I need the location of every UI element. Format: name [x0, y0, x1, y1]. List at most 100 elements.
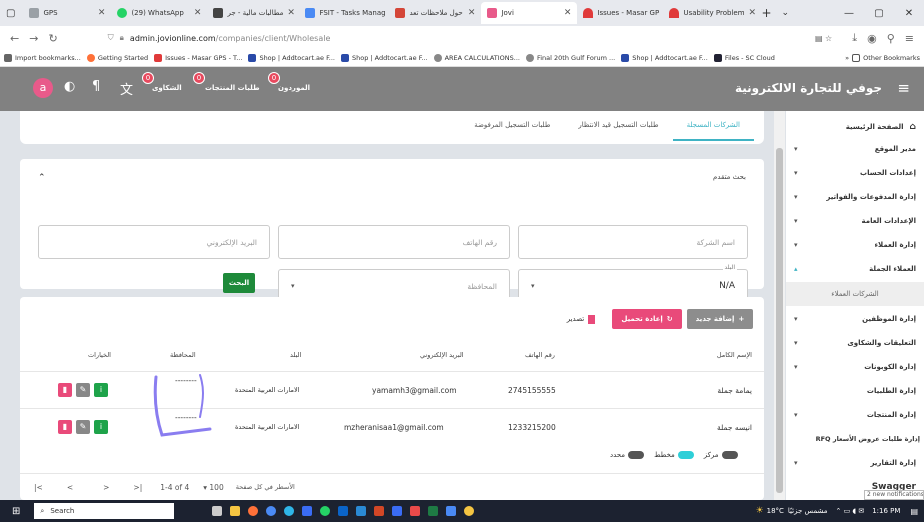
export-button[interactable]: تصدير: [556, 309, 606, 329]
notification-toast[interactable]: 2 new notifications: [864, 490, 924, 500]
nav-complaints[interactable]: الشكاوى: [152, 84, 182, 92]
download-icon[interactable]: ⤓: [852, 31, 857, 45]
sidebar-item-coupons[interactable]: إدارة الكوبونات ▾: [786, 355, 924, 379]
bookmark-item[interactable]: AREA CALCULATIONS...: [433, 54, 520, 62]
sidebar-item-reports[interactable]: إدارة التقارير ▾: [786, 451, 924, 475]
maximize-icon[interactable]: ▢: [864, 8, 894, 19]
browser-tab[interactable]: حول ملاحظات تعد ✕: [389, 2, 481, 24]
outlook-icon[interactable]: [338, 506, 349, 516]
whatsapp-icon[interactable]: [320, 506, 331, 516]
task-view-icon[interactable]: [212, 506, 223, 516]
add-new-button[interactable]: إضافة جديد +: [687, 309, 753, 329]
edit-icon[interactable]: ✎: [76, 420, 90, 434]
excel-icon[interactable]: [428, 506, 439, 516]
next-page-icon[interactable]: >: [103, 483, 109, 492]
bookmark-item[interactable]: Files - SC Cloud: [713, 54, 775, 62]
sidebar-item-general-settings[interactable]: الإعدادات العامة ▾: [786, 209, 924, 233]
sidebar-item-customers[interactable]: إدارة العملاء ▾: [786, 233, 924, 257]
nav-suppliers[interactable]: الموردون: [278, 84, 310, 92]
close-tab-icon[interactable]: ✕: [749, 8, 756, 18]
bookmark-item[interactable]: Shop | Addtocart.ae F...: [341, 54, 428, 62]
tab-dropdown-icon[interactable]: ⌄: [782, 8, 790, 18]
browser-tab-active[interactable]: Jovi ✕: [481, 2, 578, 24]
edge-icon[interactable]: [284, 506, 295, 516]
chrome-icon[interactable]: [266, 506, 277, 516]
email-input[interactable]: البريد الإلكتروني: [38, 225, 270, 259]
phone-input[interactable]: رقم الهاتف: [278, 225, 510, 259]
close-tab-icon[interactable]: ✕: [564, 8, 572, 18]
sidebar-item-site-manager[interactable]: مدير الموقع ▾: [786, 137, 924, 161]
back-icon[interactable]: ←: [10, 32, 19, 45]
app-icon[interactable]: [302, 506, 313, 516]
close-tab-icon[interactable]: ✕: [194, 8, 202, 18]
edit-icon[interactable]: ✎: [76, 383, 90, 397]
first-page-icon[interactable]: |<: [34, 483, 43, 492]
sidebar-item-orders[interactable]: إدارة الطلبيات: [786, 379, 924, 403]
toggle-icon[interactable]: [628, 451, 645, 459]
sidebar-item-home[interactable]: ⌂ الصفحة الرئيسية: [786, 115, 924, 139]
powerpoint-icon[interactable]: [374, 506, 385, 516]
notification-icon[interactable]: ▤: [910, 507, 918, 516]
info-icon[interactable]: i: [94, 383, 108, 397]
close-tab-icon[interactable]: ✕: [98, 8, 106, 18]
reload-icon[interactable]: ↻: [48, 32, 57, 45]
tab-registered-companies[interactable]: الشركات المسجلة: [672, 111, 754, 141]
pdf-icon[interactable]: [410, 506, 421, 516]
sidebar-item-payments[interactable]: إدارة المدفوعات والفواتير ▾: [786, 185, 924, 209]
nav-product-requests[interactable]: طلبات المنتجات: [205, 84, 260, 92]
sidebar-item-account-settings[interactable]: إعدادات الحساب ▾: [786, 161, 924, 185]
minimize-icon[interactable]: —: [834, 8, 864, 19]
sidebar-item-products[interactable]: إدارة المنتجات ▾: [786, 403, 924, 427]
sidebar-item-client-companies[interactable]: الشركات العملاء: [786, 282, 924, 306]
toggle-icon[interactable]: [721, 451, 738, 459]
file-explorer-icon[interactable]: [230, 506, 241, 516]
prev-page-icon[interactable]: <: [67, 483, 73, 492]
bookmark-item[interactable]: Getting Started: [86, 54, 148, 62]
browser-tab[interactable]: Issues - Masar GP✕: [577, 2, 663, 24]
reader-icon[interactable]: ▤ ☆: [815, 34, 832, 43]
close-tab-icon[interactable]: ✕: [468, 8, 476, 18]
browser-tab[interactable]: Usability Problem ✕: [663, 2, 755, 24]
bookmark-item[interactable]: Issues - Masar GPS - T...: [154, 54, 242, 62]
scrollbar-thumb[interactable]: [776, 148, 783, 493]
bookmark-item[interactable]: Shop | Addtocart.ae F...: [621, 54, 708, 62]
reload-button[interactable]: إعادة تحميل ↻: [612, 309, 682, 329]
bookmark-item[interactable]: Final 20th Gulf Forum ...: [525, 54, 615, 62]
last-page-icon[interactable]: >|: [133, 483, 142, 492]
browser-tab[interactable]: مطالبات مالية - جر ✕: [207, 2, 299, 24]
bookmark-item[interactable]: Shop | Addtocart.ae F...: [248, 54, 335, 62]
app-menu-icon[interactable]: ≡: [905, 32, 914, 45]
extensions-icon[interactable]: ⚲: [887, 32, 895, 45]
translate-icon[interactable]: 文: [120, 79, 133, 98]
firefox-icon[interactable]: [248, 506, 259, 516]
other-bookmarks[interactable]: » Other Bookmarks: [845, 54, 920, 62]
tab-rejected-requests[interactable]: طلبات التسجيل المرفوضة: [460, 111, 564, 141]
windows-start-icon[interactable]: ⊞: [12, 506, 20, 517]
tab-pending-requests[interactable]: طلبات التسجيل قيد الانتظار: [564, 111, 672, 141]
avatar[interactable]: a: [33, 78, 53, 98]
collapse-icon[interactable]: ⌃: [38, 173, 46, 183]
account-icon[interactable]: ◉: [867, 32, 877, 45]
close-tab-icon[interactable]: ✕: [287, 8, 295, 18]
tray-icons[interactable]: ⌃ ▭ ◖ ✉: [836, 507, 865, 515]
sidebar-item-comments[interactable]: التعليقات والشكاوى ▾: [786, 331, 924, 355]
sidebar-item-wholesale-customers[interactable]: العملاء الجملة ▴: [786, 257, 924, 281]
delete-icon[interactable]: ▮: [58, 383, 72, 397]
rows-per-page-select[interactable]: ▾ 100: [203, 483, 223, 492]
app-icon[interactable]: [392, 506, 403, 516]
bookmark-item[interactable]: Import bookmarks...: [4, 54, 81, 62]
sidebar-item-employees[interactable]: إدارة الموظفين ▾: [786, 307, 924, 331]
browser-tab[interactable]: GPS ✕: [23, 2, 111, 24]
toggle-icon[interactable]: [677, 451, 694, 459]
forward-icon[interactable]: →: [29, 32, 38, 45]
info-icon[interactable]: i: [94, 420, 108, 434]
taskbar-search[interactable]: ⌕ Search: [34, 503, 175, 519]
browser-tab[interactable]: (29) WhatsApp ✕: [111, 2, 207, 24]
vscode-icon[interactable]: [356, 506, 367, 516]
close-window-icon[interactable]: ✕: [894, 8, 924, 19]
delete-icon[interactable]: ▮: [58, 420, 72, 434]
sidebar-item-rfq[interactable]: إدارة طلبات عروض الأسعار RFQ: [786, 427, 924, 451]
theme-toggle-icon[interactable]: ◐: [64, 79, 75, 94]
browser-tab[interactable]: FSIT - Tasks Manag✕: [299, 2, 389, 24]
text-direction-icon[interactable]: ¶: [92, 79, 100, 94]
